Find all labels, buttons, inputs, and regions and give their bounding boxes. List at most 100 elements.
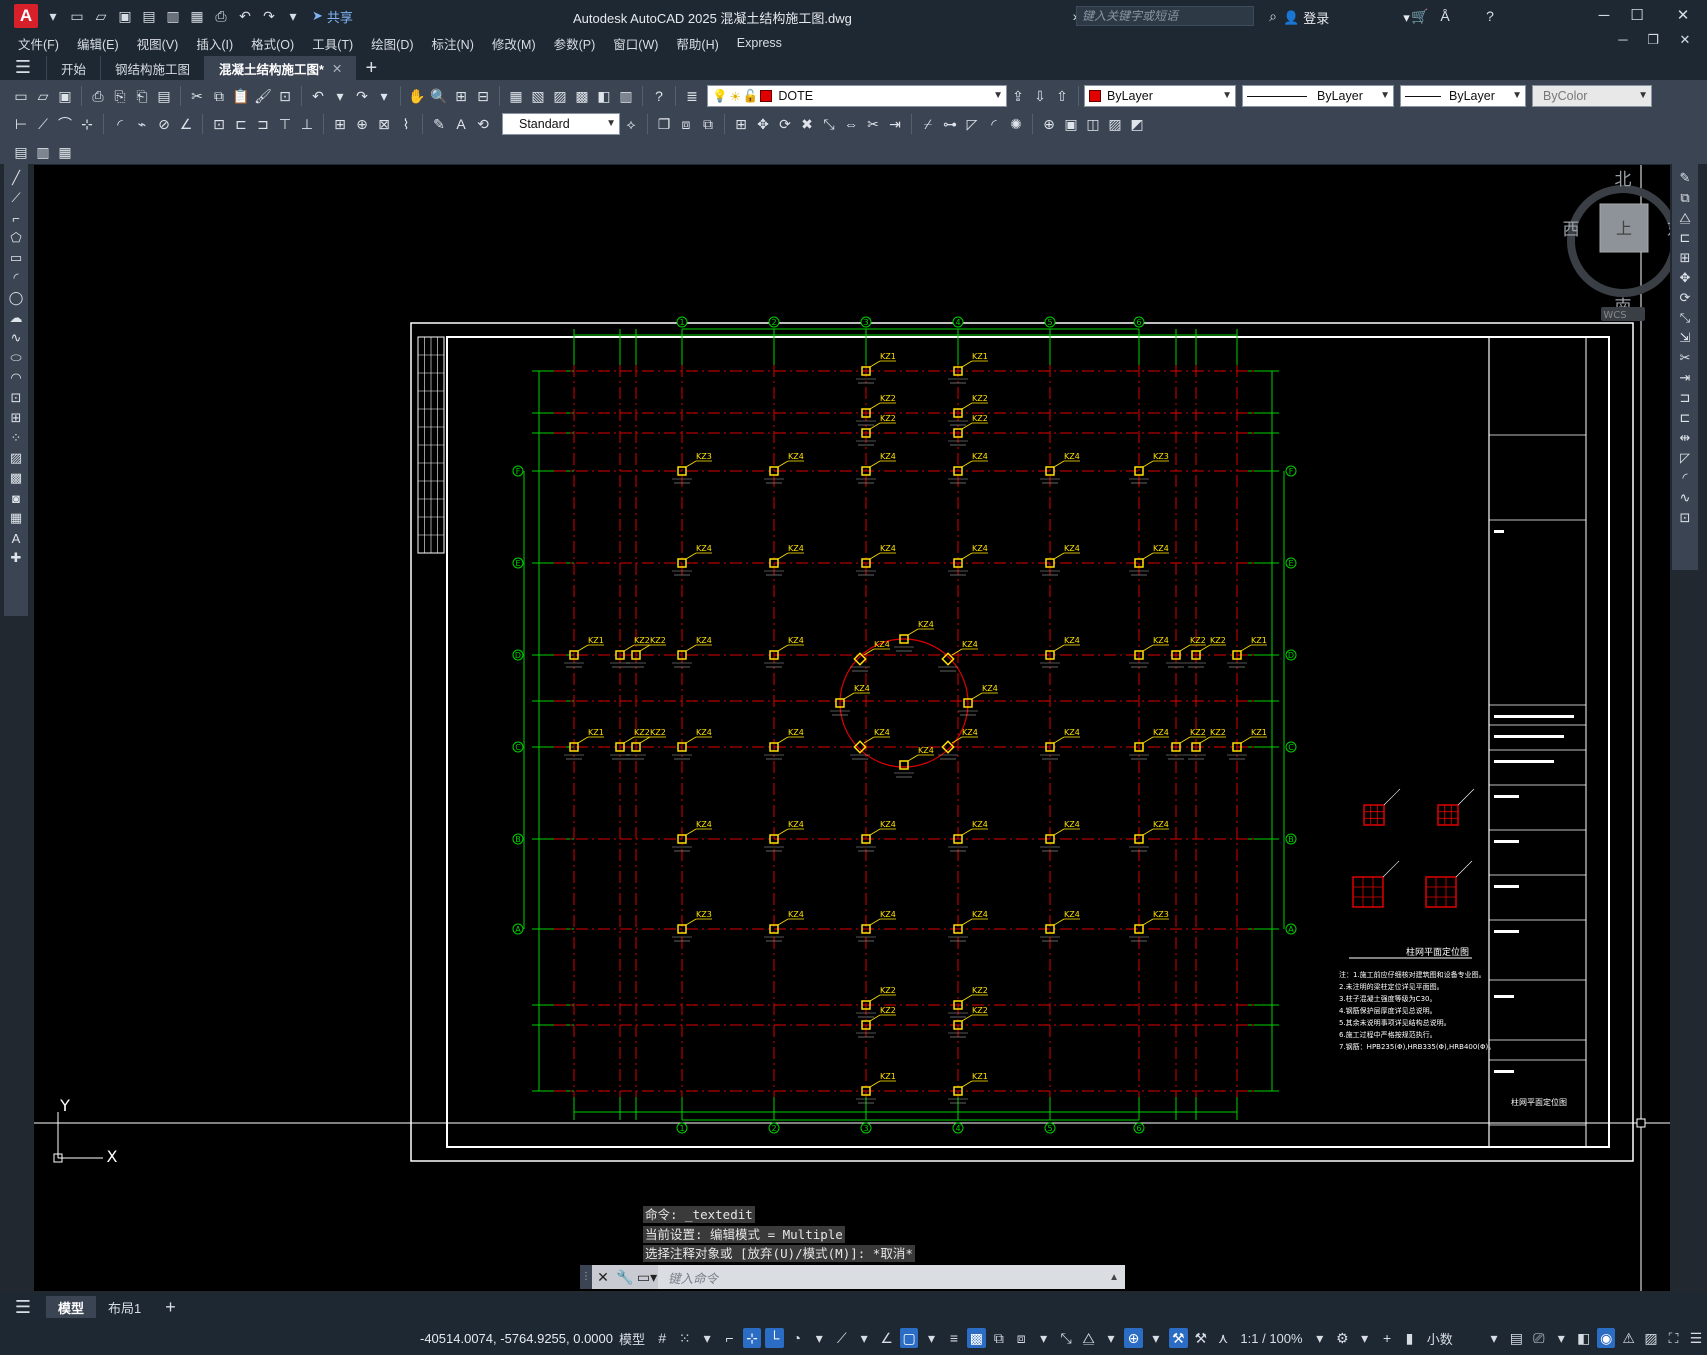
mirror-icon[interactable]: ⧋ (1676, 209, 1694, 227)
arc-length-icon[interactable]: ⌒ (55, 114, 75, 134)
angular-dim-icon[interactable]: ∠ (176, 114, 196, 134)
offset-icon[interactable]: ⊏ (1676, 229, 1694, 247)
dim-update-icon[interactable]: ⟲ (473, 114, 493, 134)
grid-icon[interactable]: # (653, 1328, 671, 1348)
annotation-monitor-icon[interactable]: + (1378, 1328, 1396, 1348)
menu-item[interactable]: 编辑(E) (71, 34, 131, 53)
extend-icon[interactable]: ⇥ (1676, 369, 1694, 387)
pan-icon[interactable]: ✋ (407, 86, 427, 106)
jogged-linear-icon[interactable]: ⌇ (396, 114, 416, 134)
redo-icon[interactable]: ↷ (352, 86, 372, 106)
coordinate-readout[interactable]: -40514.0074, -5764.9255, 0.0000 (420, 1331, 613, 1346)
rotate-icon[interactable]: ⟳ (1676, 289, 1694, 307)
chevron-up-icon[interactable]: ▲ (1109, 1272, 1119, 1283)
blend-icon[interactable]: ∿ (1676, 489, 1694, 507)
linear-dim-icon[interactable]: ⊢ (11, 114, 31, 134)
clean-screen-icon[interactable]: ▨ (1642, 1328, 1660, 1348)
trim-icon[interactable]: ✂ (863, 114, 883, 134)
plot-preview-icon[interactable]: ⎘ (110, 86, 130, 106)
zoom-window-icon[interactable]: ⊞ (451, 86, 471, 106)
plot-icon[interactable]: ⎙ (88, 86, 108, 106)
layer-previous-icon[interactable]: ⇩ (1030, 86, 1050, 106)
menu-item[interactable]: 视图(V) (131, 34, 191, 53)
mirror-icon[interactable]: ⧈ (676, 114, 696, 134)
menu-item[interactable]: 帮助(H) (670, 34, 730, 53)
quick-dim-icon[interactable]: ⊡ (209, 114, 229, 134)
rectangle-icon[interactable]: ▭ (7, 249, 25, 267)
ellipse-icon[interactable]: ⬭ (7, 349, 25, 367)
diameter-dim-icon[interactable]: ⊘ (154, 114, 174, 134)
selection-cycling-icon[interactable]: ⧉ (990, 1328, 1008, 1348)
layer-states-icon[interactable]: ⇧ (1052, 86, 1072, 106)
stretch-icon[interactable]: ⇲ (1676, 329, 1694, 347)
menu-item[interactable]: 工具(T) (306, 34, 365, 53)
zoom-previous-icon[interactable]: ⊟ (473, 86, 493, 106)
isodraft-dropdown-icon[interactable]: ▾ (855, 1328, 873, 1348)
help-icon[interactable]: ? (649, 86, 669, 106)
tab-layout1[interactable]: 布局1 (96, 1296, 153, 1318)
extend-icon[interactable]: ⇥ (885, 114, 905, 134)
selection-filter-dropdown-icon[interactable]: ▾ (1102, 1328, 1120, 1348)
tab-steel-drawing[interactable]: 钢结构施工图 (100, 56, 204, 80)
center-mark-icon[interactable]: ⊕ (352, 114, 372, 134)
cart-icon[interactable]: 🛒 (1411, 7, 1429, 25)
menu-item[interactable]: 插入(I) (190, 34, 245, 53)
publish-icon[interactable]: ▥ (164, 7, 182, 25)
join-icon[interactable]: ⇹ (1676, 429, 1694, 447)
break-at-point-icon[interactable]: ⊐ (1676, 389, 1694, 407)
hatch-icon[interactable]: ▨ (7, 449, 25, 467)
inspection-icon[interactable]: ⊠ (374, 114, 394, 134)
new-icon[interactable]: ▭ (11, 86, 31, 106)
gizmo-dropdown-icon[interactable]: ▾ (1147, 1328, 1165, 1348)
object-snap-icon[interactable]: ▢ (899, 1328, 919, 1348)
plotstyle-dropdown[interactable]: ByColor ▼ (1532, 85, 1652, 107)
open-file-icon[interactable]: ▱ (92, 7, 110, 25)
scale-icon[interactable]: ⤡ (1676, 309, 1694, 327)
chamfer-icon[interactable]: ◸ (962, 114, 982, 134)
break-icon[interactable]: ⌿ (918, 114, 938, 134)
workspace-gear-icon[interactable]: ⚙ (1333, 1328, 1351, 1348)
erase-icon[interactable]: ✖ (797, 114, 817, 134)
insert-block-icon[interactable]: ⊡ (7, 389, 25, 407)
move-icon[interactable]: ✥ (1676, 269, 1694, 287)
scale-dropdown-icon[interactable]: ▾ (1311, 1328, 1329, 1348)
color-dropdown[interactable]: ByLayer ▼ (1084, 85, 1236, 107)
hatch-icon[interactable]: ▨ (1105, 114, 1125, 134)
tab-concrete-drawing[interactable]: 混凝土结构施工图* ✕ (204, 56, 357, 80)
jogged-dim-icon[interactable]: ⌁ (132, 114, 152, 134)
copy-icon[interactable]: ⧉ (1676, 189, 1694, 207)
grip-handle[interactable]: ⋮ (580, 1265, 592, 1289)
markup-icon[interactable]: ◧ (594, 86, 614, 106)
annotation-scale-value[interactable]: 1:1 / 100% (1240, 1331, 1302, 1346)
spline-icon[interactable]: ∿ (7, 329, 25, 347)
undo-dropdown-icon[interactable]: ▾ (330, 86, 350, 106)
table-icon[interactable]: ▦ (7, 509, 25, 527)
move-icon[interactable]: ✥ (753, 114, 773, 134)
layer-properties-icon[interactable]: ≣ (682, 86, 702, 106)
lock-ui-icon[interactable]: ⎚ (1530, 1328, 1548, 1348)
customize-wrench-icon[interactable]: 🔧 (614, 1265, 636, 1289)
cut-icon[interactable]: ✂ (187, 86, 207, 106)
erase-icon[interactable]: ✎ (1676, 169, 1694, 187)
construction-line-icon[interactable]: ⟋ (7, 189, 25, 207)
make-block-icon[interactable]: ⊞ (7, 409, 25, 427)
sheet-icon[interactable]: ▥ (33, 142, 53, 162)
tool-palettes-icon[interactable]: ▨ (550, 86, 570, 106)
ordinate-dim-icon[interactable]: ⊹ (77, 114, 97, 134)
layout-icon[interactable]: ▤ (11, 142, 31, 162)
block-editor-icon[interactable]: ⊡ (275, 86, 295, 106)
trim-icon[interactable]: ✂ (1676, 349, 1694, 367)
dim-text-edit-icon[interactable]: A (451, 114, 471, 134)
close-tab-icon[interactable]: ✕ (332, 61, 342, 76)
scale-icon[interactable]: ⤡ (819, 114, 839, 134)
command-line[interactable]: ⋮ ✕ 🔧 ▭▾ 键入命令 ▲ (580, 1265, 1125, 1289)
minimize-button[interactable]: ─ (1589, 5, 1619, 27)
make-block-icon[interactable]: ▣ (1061, 114, 1081, 134)
units-value[interactable]: 小数 (1427, 1329, 1453, 1348)
point-icon[interactable]: ◫ (1083, 114, 1103, 134)
layer-iso-icon[interactable]: ▦ (55, 142, 75, 162)
dynamic-ucs-icon[interactable]: ⤡ (1057, 1328, 1075, 1348)
gizmo-icon[interactable]: ⊕ (1124, 1328, 1143, 1348)
arc-icon[interactable]: ◜ (7, 269, 25, 287)
fullscreen-icon[interactable]: ⛶ (1664, 1328, 1682, 1348)
